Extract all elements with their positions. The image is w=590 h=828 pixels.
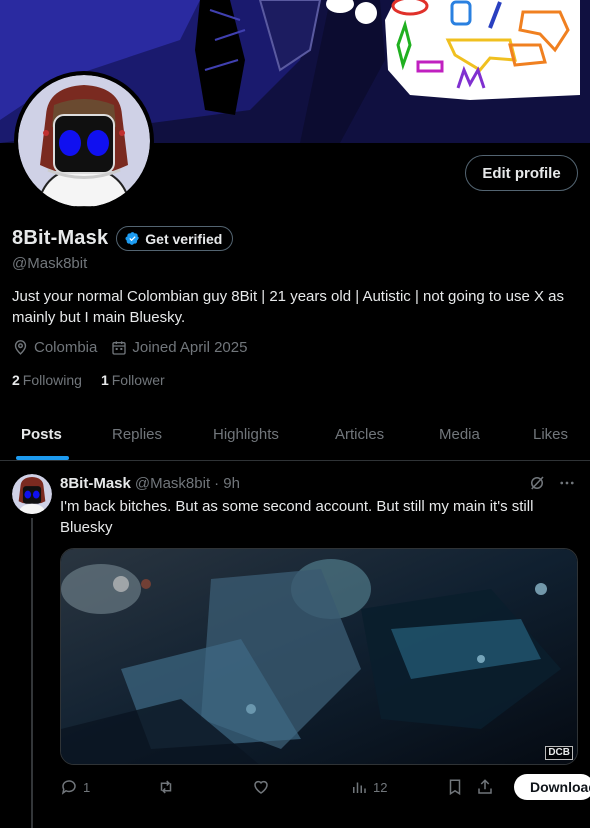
followers-link[interactable]: 1 Follower — [101, 372, 165, 388]
views-button[interactable]: 12 — [350, 778, 387, 796]
tab-label: Likes — [533, 425, 569, 443]
profile-tabs: Posts Replies Highlights Articles Media … — [0, 407, 590, 461]
post-author-name[interactable]: 8Bit-Mask — [60, 475, 131, 492]
followers-count: 1 — [100, 372, 109, 388]
following-label: Following — [22, 372, 82, 388]
more-icon[interactable] — [558, 474, 576, 492]
download-label: Download — [530, 779, 590, 795]
post-actions: 1 12 Download — [60, 774, 590, 802]
views-count: 12 — [373, 779, 388, 795]
profile-display-name: 8Bit-Mask — [12, 227, 109, 249]
tab-label: Media — [439, 425, 480, 443]
next-post-peek — [0, 820, 590, 828]
repost-button[interactable] — [156, 778, 176, 796]
get-verified-label: Get verified — [145, 230, 223, 247]
tab-media[interactable]: Media — [439, 407, 480, 461]
tab-replies[interactable]: Replies — [112, 407, 162, 461]
reply-button[interactable]: 1 — [60, 778, 90, 796]
verified-badge-icon — [125, 232, 140, 245]
share-icon — [478, 779, 492, 794]
post-item[interactable]: 8Bit-Mask @Mask8bit · 9h I'm back bitche… — [0, 462, 590, 828]
download-button[interactable]: Download — [514, 774, 590, 800]
post-avatar[interactable] — [12, 474, 52, 514]
profile-joined: Joined April 2025 — [111, 339, 247, 356]
tab-likes[interactable]: Likes — [533, 407, 568, 461]
tab-label: Highlights — [213, 425, 279, 443]
post-top-icons — [528, 474, 576, 492]
tab-posts[interactable]: Posts — [21, 407, 62, 461]
bookmark-button[interactable] — [446, 778, 464, 796]
tab-label: Posts — [21, 425, 62, 443]
tab-highlights[interactable]: Highlights — [213, 407, 279, 461]
calendar-icon — [112, 340, 127, 355]
heart-icon — [254, 780, 268, 794]
profile-bio: Just your normal Colombian guy 8Bit | 21… — [12, 288, 564, 326]
tab-articles[interactable]: Articles — [335, 407, 384, 461]
profile-meta: Colombia Joined April 2025 — [12, 339, 247, 356]
following-count: 2 — [12, 372, 20, 388]
active-tab-indicator — [16, 456, 69, 460]
profile-handle: @Mask8bit — [12, 255, 88, 272]
followers-label: Follower — [111, 372, 165, 388]
tab-label: Articles — [335, 425, 385, 443]
repost-icon — [160, 780, 172, 794]
post-header: 8Bit-Mask @Mask8bit · 9h — [60, 475, 240, 492]
get-verified-button[interactable]: Get verified — [116, 226, 234, 251]
joined-text: Joined April 2025 — [132, 339, 248, 356]
views-icon — [353, 782, 366, 793]
media-watermark: DCB — [545, 746, 573, 760]
profile-avatar[interactable] — [14, 71, 154, 211]
post-author-handle[interactable]: @Mask8bit — [135, 475, 210, 492]
thread-line — [31, 518, 33, 828]
profile-location: Colombia — [12, 339, 97, 356]
location-text: Colombia — [34, 339, 98, 356]
reply-icon — [61, 780, 76, 795]
bookmark-icon — [449, 779, 461, 796]
post-media[interactable]: DCB — [60, 548, 578, 765]
post-text: I'm back bitches. But as some second acc… — [60, 498, 534, 536]
post-time[interactable]: · 9h — [214, 475, 240, 492]
like-button[interactable] — [252, 778, 270, 796]
share-button[interactable] — [476, 778, 494, 796]
tab-label: Replies — [112, 425, 163, 443]
follow-stats: 2 Following 1 Follower — [12, 372, 165, 388]
grok-icon[interactable] — [528, 474, 546, 492]
location-pin-icon — [14, 340, 27, 355]
profile-name-row: 8Bit-Mask Get verified — [12, 226, 234, 251]
edit-profile-button[interactable]: Edit profile — [465, 155, 578, 191]
reply-count: 1 — [83, 779, 91, 795]
following-link[interactable]: 2 Following — [12, 372, 82, 388]
